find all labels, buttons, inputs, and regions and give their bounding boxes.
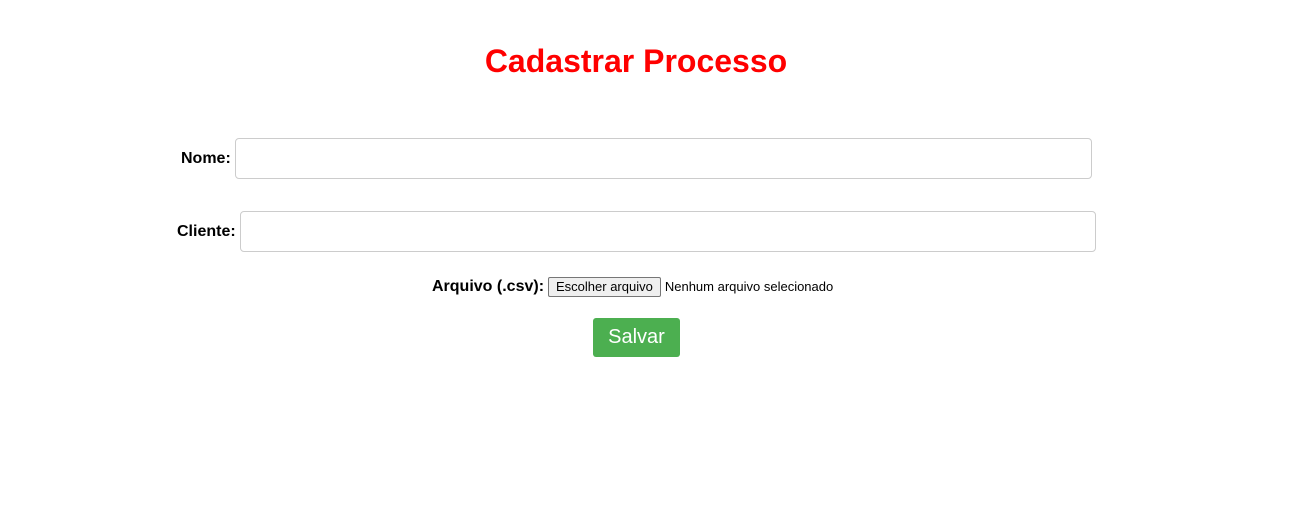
nome-input[interactable]: [234, 138, 1092, 179]
arquivo-label: Arquivo (.csv):: [432, 277, 545, 295]
page: Cadastrar Processo Nome: Cliente: Arquiv…: [0, 0, 1297, 526]
arquivo-row: Arquivo (.csv): Escolher arquivo Nenhum …: [432, 276, 833, 297]
cliente-input[interactable]: [239, 211, 1096, 252]
file-status-text: Nenhum arquivo selecionado: [664, 279, 834, 294]
save-button[interactable]: Salvar: [593, 318, 680, 357]
cliente-label: Cliente:: [177, 222, 236, 240]
cliente-row: Cliente:: [177, 211, 1096, 252]
page-title: Cadastrar Processo: [484, 43, 788, 79]
nome-row: Nome:: [181, 138, 1092, 179]
choose-file-button[interactable]: Escolher arquivo: [548, 276, 661, 297]
nome-label: Nome:: [181, 149, 231, 167]
